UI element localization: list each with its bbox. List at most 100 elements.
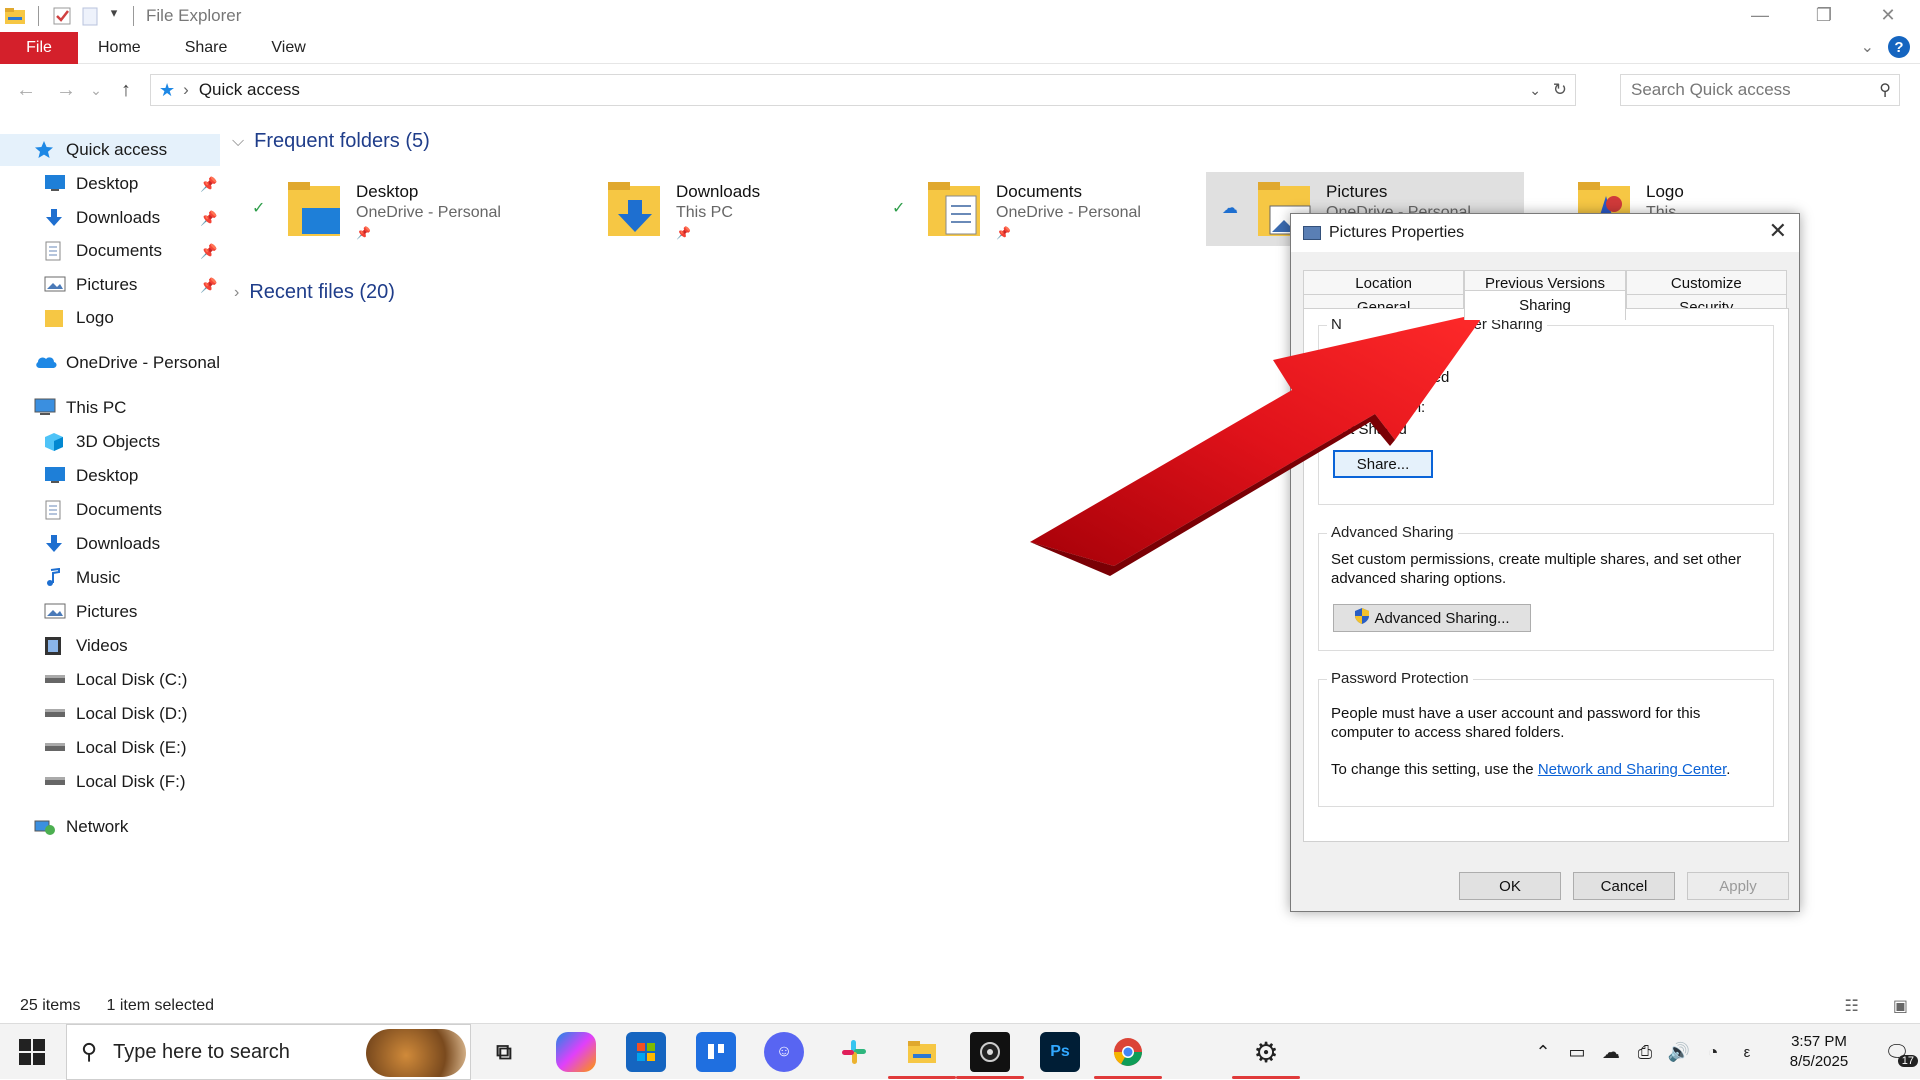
tab-file[interactable]: File [0, 31, 78, 64]
sidebar-item-documents[interactable]: Documents [0, 494, 220, 526]
tab-home[interactable]: Home [78, 32, 163, 64]
sidebar-item-3d-objects[interactable]: 3D Objects [0, 426, 220, 458]
tab-share[interactable]: Share [163, 32, 250, 64]
input-language-icon[interactable]: ε [1730, 1044, 1764, 1061]
title-bar: ▾ File Explorer — ❐ ✕ [0, 0, 1920, 32]
onedrive-tray-icon[interactable]: ☁ [1594, 1042, 1628, 1063]
photoshop-icon[interactable]: Ps [1040, 1032, 1080, 1072]
minimize-button[interactable]: — [1728, 0, 1792, 30]
chrome-icon[interactable] [1108, 1032, 1148, 1072]
obs-icon[interactable] [970, 1032, 1010, 1072]
show-hidden-icons-chevron[interactable]: ⌃ [1526, 1042, 1560, 1063]
new-folder-icon[interactable] [79, 5, 101, 27]
sidebar-item-videos[interactable]: Videos [0, 630, 220, 662]
slack-icon[interactable] [834, 1032, 874, 1072]
file-explorer-icon[interactable] [902, 1032, 942, 1072]
help-icon[interactable]: ? [1888, 36, 1910, 58]
sidebar-item-pictures[interactable]: Pictures [0, 596, 220, 628]
sidebar-item-music[interactable]: Music [0, 562, 220, 594]
sidebar-item-local-disk-f[interactable]: Local Disk (F:) [0, 766, 220, 798]
sidebar-item-desktop[interactable]: Desktop 📌 [0, 168, 220, 200]
file-explorer-icon[interactable] [4, 5, 26, 27]
details-view-icon[interactable]: ☷ [1845, 996, 1859, 1016]
windows-start-icon[interactable] [18, 1038, 46, 1066]
network-tray-icon[interactable]: ◔ [1696, 1042, 1730, 1063]
meet-now-icon[interactable]: ⎙ [1628, 1042, 1662, 1063]
pin-icon[interactable]: 📌 [200, 277, 217, 294]
sidebar-item-local-disk-d[interactable]: Local Disk (D:) [0, 698, 220, 730]
battery-icon[interactable]: ▭ [1560, 1042, 1594, 1063]
refresh-icon[interactable]: ↻ [1553, 80, 1567, 100]
forward-arrow-icon[interactable]: → [46, 79, 86, 102]
desktop-icon [44, 174, 66, 194]
dialog-close-icon[interactable]: ✕ [1769, 218, 1787, 244]
back-arrow-icon[interactable]: ← [6, 79, 46, 102]
network-sharing-group: Nlder Sharing s Shared Network Path: Not… [1318, 316, 1774, 505]
folder-tile-downloads[interactable]: Downloads This PC 📌 [556, 172, 874, 246]
taskbar: ⚲ Type here to search ⧉ ☺ Ps ⚙ ⌃ ▭ ☁ ⎙ 🔊… [0, 1023, 1920, 1080]
trello-icon[interactable] [696, 1032, 736, 1072]
tab-sharing[interactable]: Sharing [1464, 290, 1626, 320]
sidebar-item-label: Desktop [76, 174, 139, 193]
folder-tile-documents[interactable]: ✓ Documents OneDrive - Personal 📌 [876, 172, 1194, 246]
tab-customize[interactable]: Customize [1625, 270, 1787, 296]
sidebar-item-label: Videos [76, 636, 128, 655]
sidebar-item-downloads[interactable]: Downloads 📌 [0, 202, 220, 234]
address-bar[interactable]: ★ › Quick access ⌄ ↻ [150, 74, 1576, 106]
taskbar-search-box[interactable]: ⚲ Type here to search [66, 1024, 471, 1080]
sidebar-item-label: Local Disk (E:) [76, 738, 187, 757]
quick-access-toolbar: ▾ [0, 5, 140, 27]
apply-button[interactable]: Apply [1687, 872, 1789, 900]
sidebar-item-this-pc[interactable]: This PC [0, 392, 220, 424]
breadcrumb-quick-access[interactable]: Quick access [199, 80, 300, 100]
frequent-folders-header[interactable]: ⌵ Frequent folders (5) [232, 130, 430, 153]
sidebar-item-local-disk-c[interactable]: Local Disk (C:) [0, 664, 220, 696]
address-dropdown-icon[interactable]: ⌄ [1529, 82, 1541, 99]
customize-toolbar-icon[interactable]: ▾ [107, 5, 121, 27]
sidebar-item-pictures[interactable]: Pictures 📌 [0, 269, 220, 301]
sidebar-item-local-disk-e[interactable]: Local Disk (E:) [0, 732, 220, 764]
sidebar-item-network[interactable]: Network [0, 811, 220, 843]
pin-icon[interactable]: 📌 [200, 243, 217, 260]
network-sharing-center-link[interactable]: Network and Sharing Center [1538, 761, 1726, 778]
volume-icon[interactable]: 🔊 [1662, 1042, 1696, 1063]
search-input[interactable]: Search Quick access ⚲ [1620, 74, 1900, 106]
sidebar-item-desktop[interactable]: Desktop [0, 460, 220, 492]
settings-icon[interactable]: ⚙ [1246, 1032, 1286, 1072]
item-count: 25 items [20, 997, 81, 1014]
shared-item-status: Shared [1401, 369, 1450, 386]
notification-center-icon[interactable]: 🗨 17 [1874, 1040, 1920, 1067]
sidebar-item-label: Downloads [76, 534, 161, 553]
expand-ribbon-icon[interactable]: ⌄ [1861, 37, 1874, 57]
sidebar-item-logo[interactable]: Logo [0, 302, 220, 334]
task-view-icon[interactable]: ⧉ [484, 1032, 524, 1072]
copilot-icon[interactable] [556, 1032, 596, 1072]
sidebar-item-downloads[interactable]: Downloads [0, 528, 220, 560]
restore-button[interactable]: ❐ [1792, 0, 1856, 30]
system-clock[interactable]: 3:57 PM 8/5/2025 [1764, 1032, 1874, 1072]
store-icon[interactable] [626, 1032, 666, 1072]
share-button[interactable]: Share... [1333, 450, 1433, 478]
recent-files-header[interactable]: › Recent files (20) [234, 281, 395, 304]
cancel-button[interactable]: Cancel [1573, 872, 1675, 900]
sidebar-item-documents[interactable]: Documents 📌 [0, 235, 220, 267]
pin-icon[interactable]: 📌 [200, 210, 217, 227]
advanced-sharing-button[interactable]: Advanced Sharing... [1333, 604, 1531, 632]
clock-time: 3:57 PM [1791, 1033, 1847, 1050]
folder-tile-desktop[interactable]: ✓ Desktop OneDrive - Personal 📌 [236, 172, 554, 246]
tab-location[interactable]: Location [1303, 270, 1465, 296]
notification-badge: 17 [1897, 1054, 1918, 1067]
chevron-down-icon: ⌵ [232, 132, 245, 150]
large-icons-view-icon[interactable]: ▣ [1893, 996, 1908, 1016]
download-icon [44, 534, 66, 554]
properties-icon[interactable] [51, 5, 73, 27]
discord-icon[interactable]: ☺ [764, 1032, 804, 1072]
close-button[interactable]: ✕ [1856, 0, 1920, 30]
up-arrow-icon[interactable]: ↑ [106, 79, 146, 102]
recent-locations-icon[interactable]: ⌄ [86, 82, 106, 99]
pin-icon[interactable]: 📌 [200, 176, 217, 193]
sidebar-item-onedrive-personal[interactable]: OneDrive - Personal [0, 347, 220, 379]
ok-button[interactable]: OK [1459, 872, 1561, 900]
tab-view[interactable]: View [249, 32, 327, 64]
sidebar-item-quick-access[interactable]: Quick access [0, 134, 220, 166]
